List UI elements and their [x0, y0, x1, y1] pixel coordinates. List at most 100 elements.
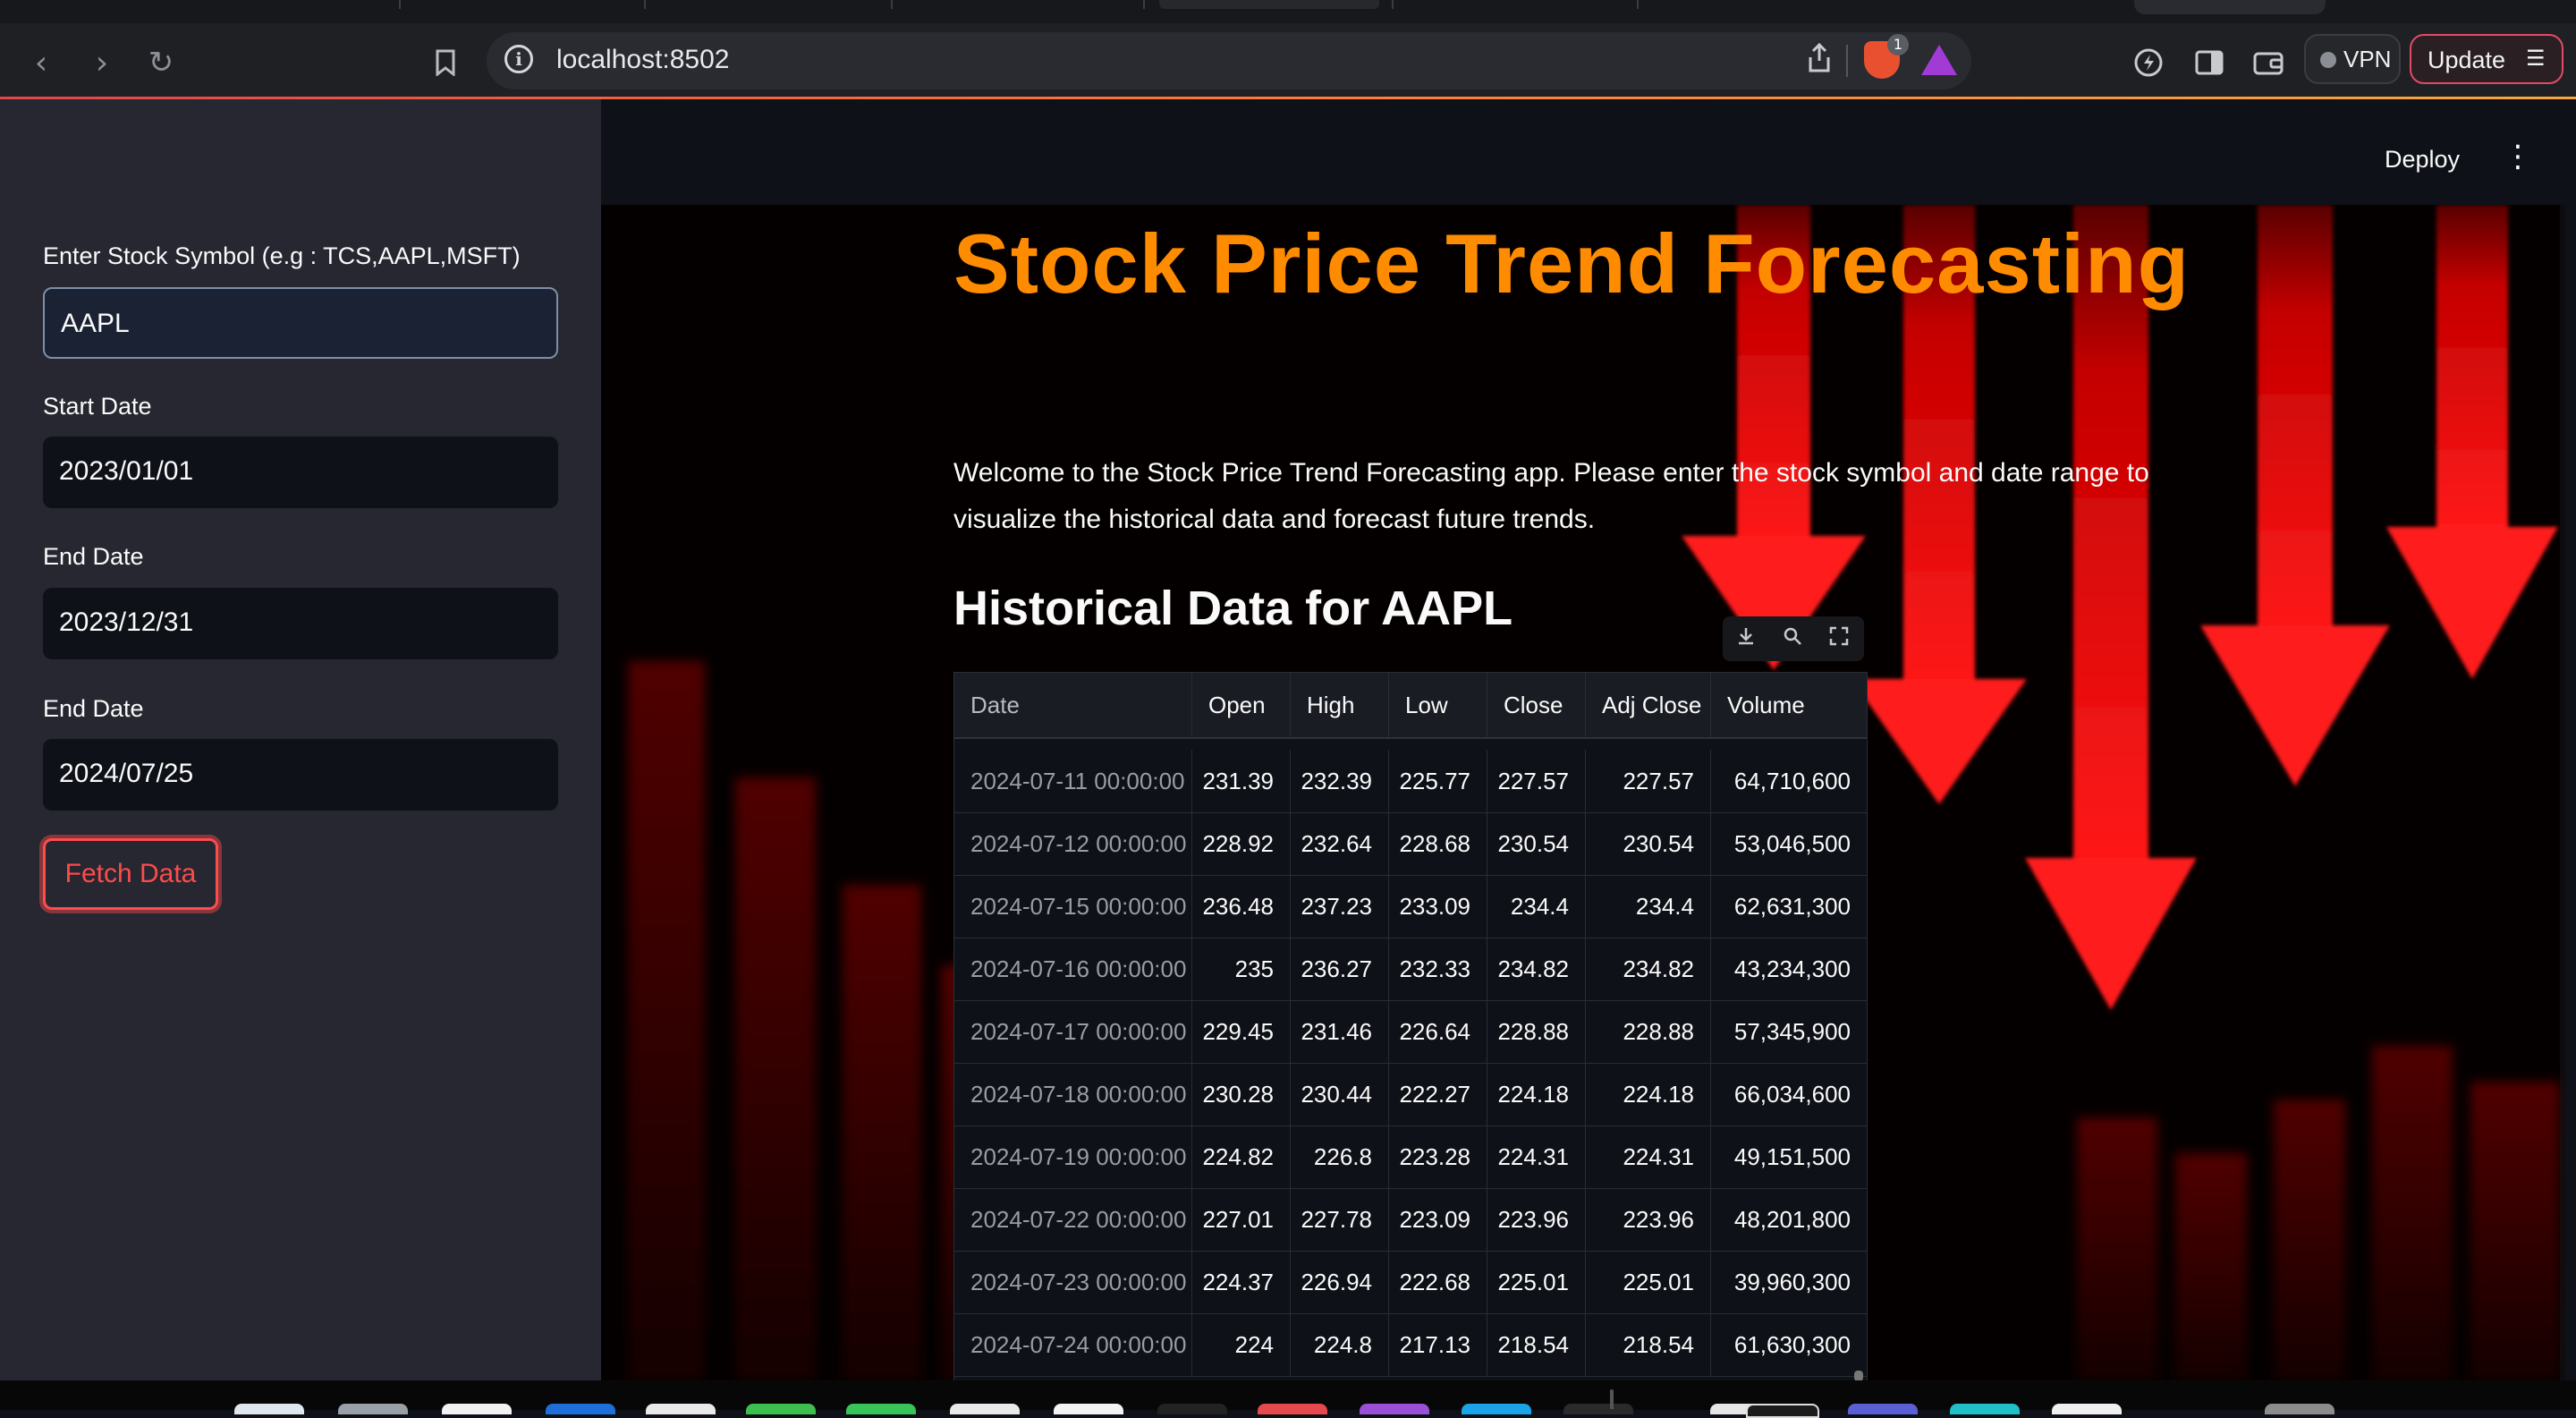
- cell-date[interactable]: 2024-07-24 00:00:00: [954, 1313, 1192, 1376]
- cell-adj-close[interactable]: 224.31: [1586, 1125, 1711, 1188]
- cell-volume[interactable]: 57,345,900: [1711, 1000, 1867, 1063]
- cell-volume[interactable]: 53,046,500: [1711, 812, 1867, 875]
- table-row[interactable]: 2024-07-16 00:00:00 235 236.27 232.33 234.82…: [954, 938, 1867, 1001]
- share-icon[interactable]: [1801, 42, 1837, 79]
- table-row[interactable]: 2024-07-17 00:00:00 229.45 231.46 226.64 228…: [954, 1000, 1867, 1064]
- column-header-open[interactable]: Open: [1192, 673, 1291, 737]
- cell-volume[interactable]: 62,631,300: [1711, 875, 1867, 938]
- cell-close[interactable]: 227.57: [1487, 750, 1586, 812]
- cell-open[interactable]: 227.01: [1192, 1188, 1291, 1251]
- dock-app-icon[interactable]: [1054, 1404, 1123, 1414]
- cell-date[interactable]: 2024-07-16 00:00:00: [954, 938, 1192, 1000]
- cell-volume[interactable]: 43,234,300: [1711, 938, 1867, 1000]
- cell-close[interactable]: 224.31: [1487, 1125, 1586, 1188]
- cell-adj-close[interactable]: 234.82: [1586, 938, 1711, 1000]
- cell-date[interactable]: 2024-07-11 00:00:00: [954, 750, 1192, 812]
- dock-app-icon[interactable]: [2265, 1404, 2334, 1414]
- browser-tab-pill[interactable]: [2134, 0, 2326, 14]
- cell-open[interactable]: 224.37: [1192, 1251, 1291, 1313]
- dock-app-icon[interactable]: [646, 1404, 716, 1414]
- leo-ai-icon[interactable]: [2127, 41, 2170, 84]
- cell-adj-close[interactable]: 228.88: [1586, 1000, 1711, 1063]
- cell-date[interactable]: 2024-07-22 00:00:00: [954, 1188, 1192, 1251]
- download-icon[interactable]: [1730, 624, 1762, 654]
- cell-date[interactable]: 2024-07-12 00:00:00: [954, 812, 1192, 875]
- cell-volume[interactable]: 61,630,300: [1711, 1313, 1867, 1376]
- cell-adj-close[interactable]: 230.54: [1586, 812, 1711, 875]
- cell-volume[interactable]: 49,151,500: [1711, 1125, 1867, 1188]
- historical-data-table[interactable]: Date Open High Low Close Adj Close Volum…: [953, 672, 1868, 1380]
- cell-close[interactable]: 225.01: [1487, 1251, 1586, 1313]
- cell-adj-close[interactable]: 234.4: [1586, 875, 1711, 938]
- table-row[interactable]: 2024-07-23 00:00:00 224.37 226.94 222.68 225…: [954, 1251, 1867, 1314]
- bookmark-icon[interactable]: [424, 41, 467, 84]
- stock-symbol-input[interactable]: AAPL: [43, 287, 558, 359]
- cell-adj-close[interactable]: 225.01: [1586, 1251, 1711, 1313]
- cell-volume[interactable]: 39,960,300: [1711, 1251, 1867, 1313]
- column-header-date[interactable]: Date: [954, 673, 1192, 737]
- dock-app-icon[interactable]: [1462, 1404, 1531, 1414]
- url-text[interactable]: localhost:8502: [556, 45, 729, 75]
- address-bar[interactable]: i localhost:8502 1: [487, 32, 1971, 89]
- dock-app-icon[interactable]: [234, 1404, 304, 1414]
- fullscreen-icon[interactable]: [1823, 624, 1855, 654]
- cell-open[interactable]: 231.39: [1192, 750, 1291, 812]
- dock-app-icon[interactable]: [1360, 1404, 1429, 1414]
- table-scrollbar-thumb[interactable]: [1854, 1371, 1863, 1380]
- cell-open[interactable]: 235: [1192, 938, 1291, 1000]
- browser-tab-active[interactable]: [1159, 0, 1379, 9]
- cell-close[interactable]: 234.4: [1487, 875, 1586, 938]
- column-header-high[interactable]: High: [1291, 673, 1389, 737]
- dock-app-icon[interactable]: [846, 1404, 916, 1414]
- cell-open[interactable]: 230.28: [1192, 1063, 1291, 1125]
- cell-close[interactable]: 228.88: [1487, 1000, 1586, 1063]
- cell-low[interactable]: 222.68: [1389, 1251, 1487, 1313]
- cell-low[interactable]: 217.13: [1389, 1313, 1487, 1376]
- cell-adj-close[interactable]: 223.96: [1586, 1188, 1711, 1251]
- table-row[interactable]: 2024-07-18 00:00:00 230.28 230.44 222.27 224…: [954, 1063, 1867, 1126]
- cell-high[interactable]: 227.78: [1291, 1188, 1389, 1251]
- cell-close[interactable]: 234.82: [1487, 938, 1586, 1000]
- cell-volume[interactable]: 64,710,600: [1711, 750, 1867, 812]
- end-date-input[interactable]: 2023/12/31: [43, 588, 558, 659]
- dock-app-icon[interactable]: [442, 1404, 512, 1414]
- site-info-icon[interactable]: i: [504, 45, 533, 73]
- cell-adj-close[interactable]: 224.18: [1586, 1063, 1711, 1125]
- cell-high[interactable]: 226.94: [1291, 1251, 1389, 1313]
- cell-close[interactable]: 223.96: [1487, 1188, 1586, 1251]
- dock-app-icon[interactable]: [1157, 1404, 1227, 1414]
- start-date-input[interactable]: 2023/01/01: [43, 437, 558, 508]
- reload-icon[interactable]: ↻: [140, 41, 182, 84]
- cell-low[interactable]: 223.28: [1389, 1125, 1487, 1188]
- cell-open[interactable]: 224.82: [1192, 1125, 1291, 1188]
- dock-app-icon[interactable]: [1746, 1404, 1819, 1418]
- search-icon[interactable]: [1776, 624, 1809, 654]
- forward-icon[interactable]: ›: [80, 41, 123, 84]
- cell-low[interactable]: 232.33: [1389, 938, 1487, 1000]
- brave-rewards-icon[interactable]: [1921, 45, 1957, 75]
- dock-app-icon[interactable]: [1950, 1404, 2020, 1414]
- dock-app-icon[interactable]: [546, 1404, 615, 1414]
- cell-date[interactable]: 2024-07-17 00:00:00: [954, 1000, 1192, 1063]
- cell-volume[interactable]: 48,201,800: [1711, 1188, 1867, 1251]
- cell-open[interactable]: 228.92: [1192, 812, 1291, 875]
- dock-app-icon[interactable]: [2052, 1404, 2122, 1414]
- sidebar-toggle-icon[interactable]: [2188, 41, 2231, 84]
- cell-low[interactable]: 226.64: [1389, 1000, 1487, 1063]
- table-row[interactable]: 2024-07-15 00:00:00 236.48 237.23 233.09 234…: [954, 875, 1867, 938]
- cell-adj-close[interactable]: 218.54: [1586, 1313, 1711, 1376]
- cell-low[interactable]: 222.27: [1389, 1063, 1487, 1125]
- cell-low[interactable]: 225.77: [1389, 750, 1487, 812]
- cell-low[interactable]: 233.09: [1389, 875, 1487, 938]
- cell-date[interactable]: 2024-07-18 00:00:00: [954, 1063, 1192, 1125]
- end-date-input-2[interactable]: 2024/07/25: [43, 739, 558, 811]
- cell-high[interactable]: 231.46: [1291, 1000, 1389, 1063]
- cell-date[interactable]: 2024-07-15 00:00:00: [954, 875, 1192, 938]
- dock-app-icon[interactable]: [746, 1404, 816, 1414]
- cell-open[interactable]: 229.45: [1192, 1000, 1291, 1063]
- cell-high[interactable]: 232.39: [1291, 750, 1389, 812]
- table-row[interactable]: 2024-07-24 00:00:00 224 224.8 217.13 218.54 2…: [954, 1313, 1867, 1377]
- cell-low[interactable]: 223.09: [1389, 1188, 1487, 1251]
- cell-close[interactable]: 230.54: [1487, 812, 1586, 875]
- column-header-adj-close[interactable]: Adj Close: [1586, 673, 1711, 737]
